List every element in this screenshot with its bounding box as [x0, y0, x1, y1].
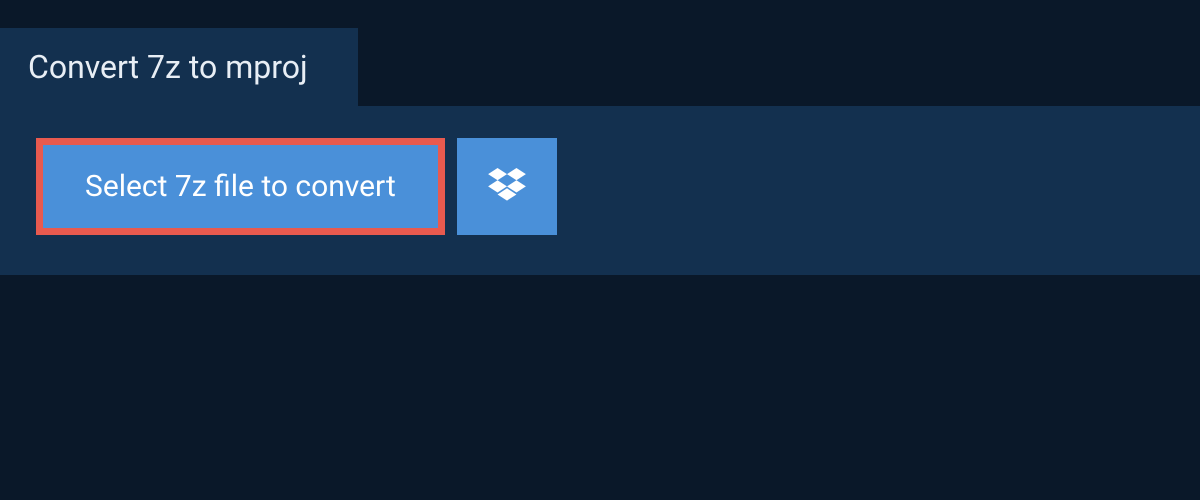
button-row: Select 7z file to convert: [36, 138, 1164, 235]
dropbox-icon: [488, 168, 526, 206]
main-panel: Select 7z file to convert: [0, 106, 1200, 275]
select-file-label: Select 7z file to convert: [85, 169, 396, 204]
header-tab: Convert 7z to mproj: [0, 28, 358, 106]
select-file-button[interactable]: Select 7z file to convert: [36, 138, 445, 235]
dropbox-button[interactable]: [457, 138, 557, 235]
page-title: Convert 7z to mproj: [28, 48, 308, 86]
